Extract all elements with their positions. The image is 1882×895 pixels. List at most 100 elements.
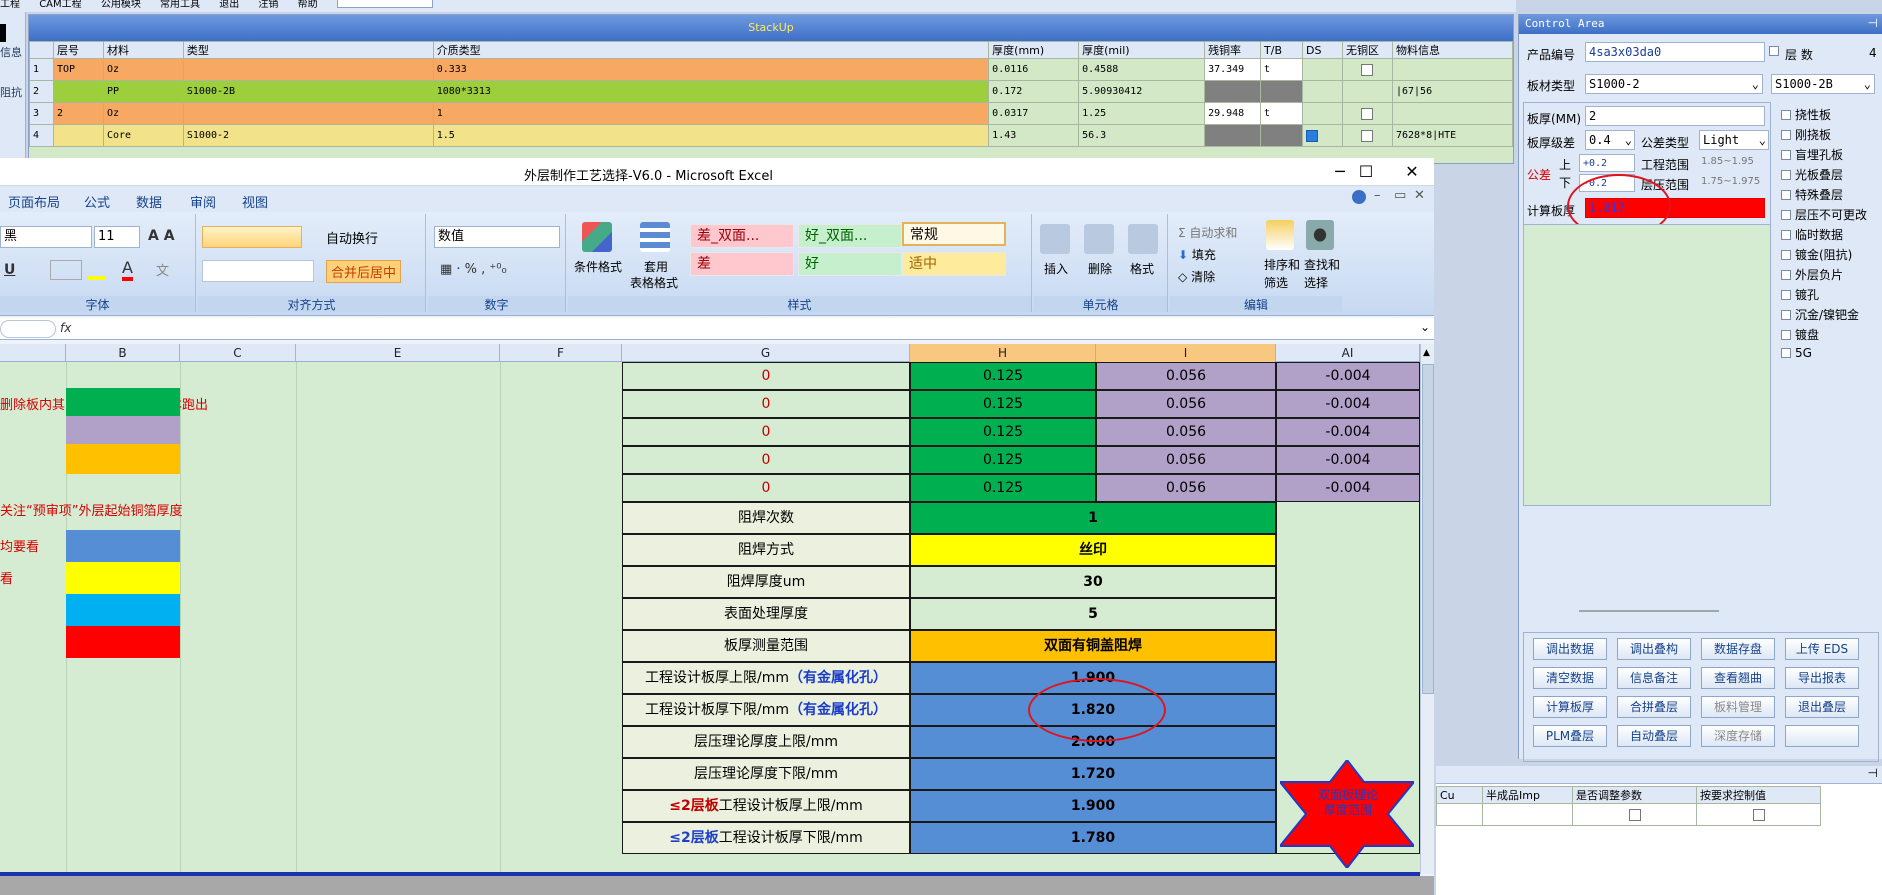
cell-g[interactable]: 0 [622,474,910,502]
ds-checkbox[interactable] [1306,129,1319,142]
maximize-icon[interactable]: ☐ [1346,160,1386,184]
tab-view[interactable]: 视图 [242,192,268,211]
stackup-cell-info[interactable]: |67|56 [1391,80,1513,103]
stackup-cell-no[interactable]: 4 [29,124,54,147]
stackup-row[interactable]: 3 2 Oz 1 0.0317 1.25 29.948 t [29,102,1513,125]
worksheet-grid[interactable]: 删除板内其它孔，预审采用脚本跑出 关注“预审项”外层起始铜箔厚度 均要看 看 0… [0,362,1420,895]
align-buttons-bottom[interactable] [202,260,314,282]
border-icon[interactable] [50,260,82,280]
param-value[interactable]: 1 [910,502,1276,534]
pin-icon[interactable]: ⊣ [1868,766,1878,780]
option-checkbox[interactable]: 外层负片 [1781,266,1843,283]
format-icon[interactable] [1128,224,1158,254]
stackup-cell-nc[interactable] [1341,102,1393,125]
param-value[interactable]: 5 [910,598,1276,630]
cell-g[interactable]: 0 [622,418,910,446]
stackup-cell-dielec[interactable]: 1080*3313 [432,80,990,103]
insert-button[interactable]: 插入 [1044,260,1068,277]
control-action-button[interactable]: 清空数据 [1533,667,1607,689]
cell-i[interactable]: 0.056 [1096,390,1276,418]
layer-list-area[interactable] [1523,224,1771,506]
col-thk-mm[interactable]: 厚度(mm) [988,41,1080,59]
stackup-cell-layer[interactable] [52,124,104,147]
upper-tolerance-input[interactable]: +0.2 [1579,154,1635,172]
merge-center-button[interactable]: 合并后居中 [326,260,402,283]
stackup-cell-dielec[interactable]: 0.333 [432,58,990,81]
find-select-button[interactable]: 选择 [1304,274,1328,291]
cell-ai[interactable]: -0.004 [1276,390,1420,418]
menu-item-exit[interactable]: 退出 [219,0,239,10]
stackup-cell-ds[interactable] [1302,58,1343,81]
cell-h[interactable]: 0.125 [910,446,1096,474]
col-header-c[interactable]: C [180,344,296,362]
table-format-button[interactable]: 表格格式 [630,274,678,291]
menu-item-tools[interactable]: 常用工具 [160,0,200,10]
font-color-icon[interactable]: A [122,258,133,281]
cell-ai[interactable]: -0.004 [1276,474,1420,502]
delete-button[interactable]: 删除 [1088,260,1112,277]
no-copper-checkbox[interactable] [1361,63,1374,76]
number-format-select[interactable]: 数值 [434,226,560,248]
control-action-button[interactable]: PLM叠层 [1533,725,1607,747]
menu-item-public[interactable]: 公用模块 [101,0,141,10]
pin-icon[interactable]: ⊣ [1868,16,1878,30]
option-checkbox[interactable]: 盲埋孔板 [1781,146,1843,163]
font-size-select[interactable]: 11 [94,226,140,248]
formula-input[interactable] [80,320,1418,338]
control-action-button[interactable]: 合拼叠层 [1617,696,1691,718]
ribbon-close-icon[interactable]: ✕ [1414,188,1425,203]
style-good-double[interactable]: 好_双面... [798,224,902,248]
stackup-cell-info[interactable]: 7628*8|HTE [1391,124,1513,147]
scroll-up-icon[interactable]: ▲ [1423,348,1430,358]
col-no-copper[interactable]: 无铜区 [1341,41,1393,59]
stackup-cell-ds[interactable] [1302,102,1343,125]
col-header-b[interactable]: B [66,344,180,362]
param-value[interactable]: 30 [910,566,1276,598]
style-neutral[interactable]: 适中 [902,252,1006,276]
ribbon-minimize-icon[interactable]: – [1374,188,1381,203]
stackup-cell-mil[interactable]: 56.3 [1078,124,1206,147]
fill-color-icon[interactable] [88,260,106,280]
tab-review[interactable]: 审阅 [190,192,216,211]
name-box[interactable] [0,320,56,338]
stackup-cell-type[interactable] [182,102,434,125]
thickness-input[interactable]: 2 [1585,106,1765,126]
wrap-text-button[interactable]: 自动换行 [326,228,378,247]
col-ds[interactable]: DS [1302,41,1343,59]
col-control-value[interactable]: 按要求控制值 [1696,786,1821,804]
limit-value[interactable]: 1.900 [910,790,1276,822]
style-bad[interactable]: 差 [690,252,794,276]
option-checkbox[interactable]: 镀盘 [1781,326,1819,343]
cell-ai[interactable]: -0.004 [1276,362,1420,390]
impedance-button[interactable]: 阻抗 [0,84,24,124]
stackup-cell-nc[interactable] [1341,124,1393,147]
col-material[interactable]: 材料 [102,41,184,59]
cell-h[interactable]: 0.125 [910,362,1096,390]
stackup-cell-tb[interactable] [1260,80,1304,103]
control-action-button[interactable]: 计算板厚 [1533,696,1607,718]
insert-icon[interactable] [1040,224,1070,254]
sort-filter-button[interactable]: 筛选 [1264,274,1288,291]
col-semi-imp[interactable]: 半成品Imp [1482,786,1573,804]
option-checkbox[interactable]: 光板叠层 [1781,166,1843,183]
number-format-icons[interactable]: ▦ · % , ⁺⁰₀ [440,262,507,277]
fx-icon[interactable]: fx [60,321,71,335]
tolerance-step-select[interactable]: 0.4 ⌄ [1585,130,1635,150]
control-action-button[interactable]: 调出叠构 [1617,638,1691,660]
stackup-cell-type[interactable] [182,58,434,81]
stackup-cell-nc[interactable] [1341,80,1393,103]
stackup-cell-mil[interactable]: 1.25 [1078,102,1206,125]
close-icon[interactable]: ✕ [1392,160,1432,184]
option-checkbox[interactable]: 5G [1781,346,1812,360]
info-button[interactable]: 信息 [0,24,24,62]
stackup-cell-type[interactable]: S1000-2 [182,124,434,147]
stackup-cell-mil[interactable]: 0.4588 [1078,58,1206,81]
option-checkbox[interactable]: 特殊叠层 [1781,186,1843,203]
limit-value[interactable]: 1.720 [910,758,1276,790]
clear-button[interactable]: ◇ 清除 [1178,268,1215,285]
menu-item-cam[interactable]: CAM工程 [39,0,81,10]
product-no-input[interactable]: 4sa3x03da0 [1585,42,1765,62]
stackup-cell-type[interactable]: S1000-2B [182,80,434,103]
menu-item-engineering[interactable]: 工程 [0,0,20,10]
col-tb[interactable]: T/B [1260,41,1304,59]
